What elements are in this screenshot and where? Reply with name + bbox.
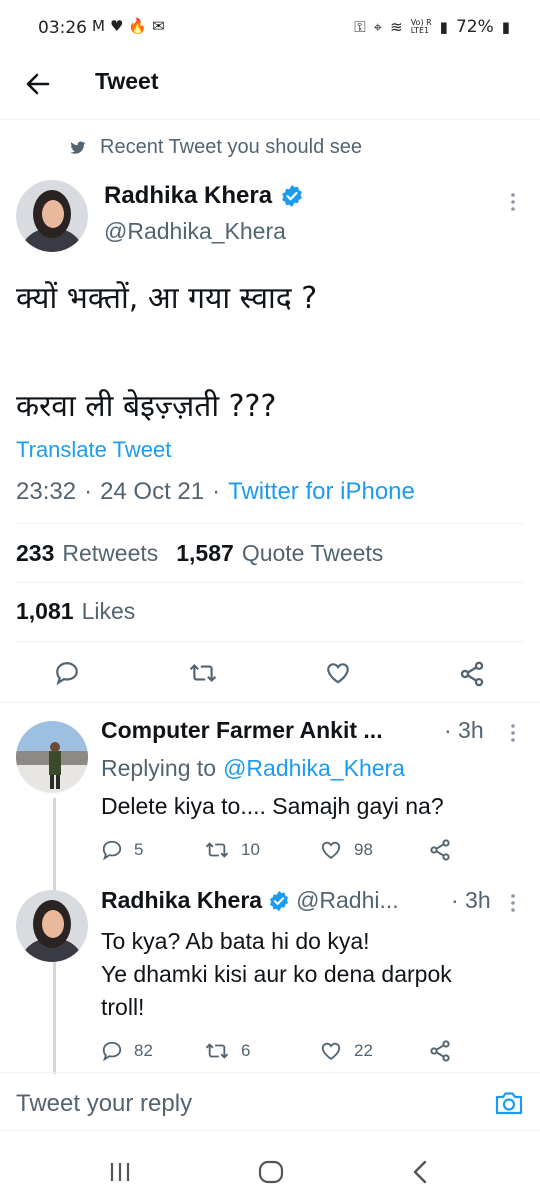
reply-avatar[interactable]: [16, 721, 88, 793]
recent-apps-icon[interactable]: [108, 1160, 132, 1184]
meta-separator: ·: [212, 478, 221, 505]
tweet-source[interactable]: Twitter for iPhone: [228, 478, 415, 506]
camera-icon[interactable]: [494, 1089, 524, 1117]
gmail-icon: M: [92, 17, 105, 35]
status-bar: 03:26 M ♥ 🔥 ✉ ⚿ ⌖ ≋ Vo) R LTE1 ▮ 72% ▮: [0, 0, 540, 58]
signal-icon: ▮: [439, 18, 448, 36]
reply-author-name[interactable]: Computer Farmer Ankit ...: [101, 717, 383, 743]
tweet-meta: 23:32 · 24 Oct 21 · Twitter for iPhone: [16, 478, 415, 506]
verified-badge-icon: [282, 185, 302, 207]
quotes-label[interactable]: Quote Tweets: [242, 540, 384, 567]
likes-count[interactable]: 1,081: [16, 598, 74, 625]
retweet-icon[interactable]: [205, 839, 229, 861]
reply-author-name[interactable]: Radhika Khera: [101, 887, 262, 914]
likes-stats: 1,081 Likes: [16, 598, 135, 625]
retweets-count[interactable]: 233: [16, 540, 54, 567]
location-icon: ⌖: [373, 18, 383, 36]
reply-avatar[interactable]: [16, 890, 88, 962]
notification-icons: M ♥ 🔥 ✉: [92, 17, 165, 35]
more-options-icon[interactable]: [506, 191, 520, 213]
reply-actions: 5 10 98: [101, 838, 461, 862]
home-icon[interactable]: [258, 1159, 284, 1185]
like-heart-icon[interactable]: [324, 660, 352, 686]
replying-to: Replying to @Radhika_Khera: [101, 755, 405, 782]
status-time: 03:26: [38, 18, 87, 38]
reply-icon[interactable]: [101, 1040, 123, 1062]
key-icon: ⚿: [354, 18, 366, 36]
reply-text-line: troll!: [101, 994, 145, 1020]
retweet-icon[interactable]: [205, 1040, 229, 1062]
reply-text: To kya? Ab bata hi do kya! Ye dhamki kis…: [101, 925, 452, 1024]
divider: [16, 582, 524, 583]
replying-prefix: Replying to: [101, 755, 217, 781]
translate-link[interactable]: Translate Tweet: [16, 437, 171, 463]
avatar-photo: [16, 890, 88, 962]
verified-badge-icon: [269, 890, 289, 911]
tweet-text-line1: क्यों भक्तों, आ गया स्वाद ?: [16, 281, 318, 316]
reply-icon[interactable]: [54, 660, 80, 686]
replying-handle[interactable]: @Radhika_Khera: [223, 755, 405, 782]
battery-percent: 72%: [455, 17, 494, 37]
reply-header: Computer Farmer Ankit ... · 3h: [101, 717, 521, 744]
share-icon[interactable]: [428, 1039, 452, 1063]
reply-composer-input[interactable]: Tweet your reply: [16, 1090, 192, 1118]
reply-text: Delete kiya to.... Samajh gayi na?: [101, 793, 444, 819]
divider: [0, 1072, 540, 1073]
reply-more-icon[interactable]: [506, 722, 520, 744]
reply-text-line: To kya? Ab bata hi do kya!: [101, 928, 370, 954]
reply-header: Radhika Khera @Radhi... · 3h: [101, 887, 521, 914]
reply-age: · 3h: [451, 887, 491, 913]
author-name[interactable]: Radhika Khera: [104, 182, 272, 210]
retweet-icon[interactable]: [189, 660, 217, 686]
back-arrow-icon[interactable]: [22, 68, 54, 100]
reply-count: 5: [134, 840, 144, 859]
share-icon[interactable]: [458, 660, 486, 688]
likes-label[interactable]: Likes: [82, 598, 136, 625]
message-icon: ✉: [152, 17, 165, 35]
quotes-count[interactable]: 1,587: [176, 540, 234, 567]
share-icon[interactable]: [428, 838, 452, 862]
wifi-icon: ≋: [390, 18, 403, 36]
avatar-photo: [16, 180, 88, 252]
divider: [0, 702, 540, 703]
page-title: Tweet: [95, 68, 159, 94]
battery-icon: ▮: [501, 18, 510, 36]
heart-icon: ♥: [109, 17, 124, 35]
back-nav-icon[interactable]: [410, 1159, 430, 1185]
reply-text-line: Ye dhamki kisi aur ko dena darpok: [101, 961, 452, 987]
retweets-label[interactable]: Retweets: [62, 540, 158, 567]
tweet-stats: 233 Retweets 1,587 Quote Tweets: [16, 540, 383, 567]
context-label: Recent Tweet you should see: [70, 136, 362, 159]
tweet-text-line2: करवा ली बेइज़्ज़ती ???: [16, 389, 277, 424]
flame-icon: 🔥: [128, 17, 148, 35]
avatar-photo: [16, 721, 88, 793]
like-count: 22: [354, 1041, 373, 1060]
top-bar: Tweet: [0, 58, 540, 120]
system-icons: ⚿ ⌖ ≋ Vo) R LTE1 ▮ 72% ▮: [354, 17, 510, 37]
retweet-count: 10: [241, 840, 260, 859]
like-count: 98: [354, 840, 373, 859]
android-nav-bar: [0, 1130, 540, 1200]
reply-more-icon[interactable]: [506, 892, 520, 914]
tweet-date: 24 Oct 21: [100, 478, 205, 505]
reply-count: 82: [134, 1041, 153, 1060]
divider: [16, 523, 524, 524]
reply-icon[interactable]: [101, 839, 123, 861]
like-heart-icon[interactable]: [319, 839, 343, 861]
reply-age: · 3h: [444, 717, 484, 743]
retweet-count: 6: [241, 1041, 251, 1060]
author-handle[interactable]: @Radhika_Khera: [104, 218, 286, 245]
reply-actions: 82 6 22: [101, 1039, 461, 1063]
context-text: Recent Tweet you should see: [100, 136, 363, 158]
author-avatar[interactable]: [16, 180, 88, 252]
divider: [16, 641, 524, 642]
like-heart-icon[interactable]: [319, 1040, 343, 1062]
twitter-bird-icon: [70, 141, 86, 154]
network-label: Vo) R LTE1: [410, 18, 432, 35]
meta-separator: ·: [84, 478, 93, 505]
reply-author-handle[interactable]: @Radhi...: [296, 887, 399, 914]
tweet-time: 23:32: [16, 478, 77, 505]
